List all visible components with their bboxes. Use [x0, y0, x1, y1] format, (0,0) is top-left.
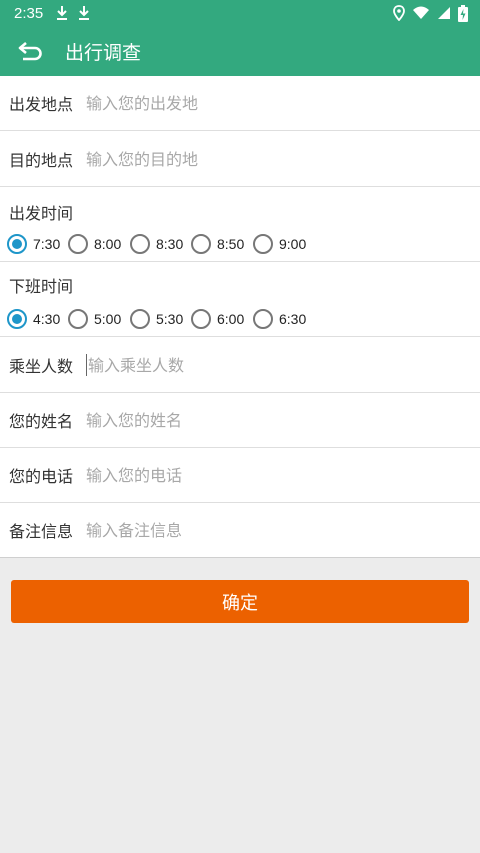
departure-time-option[interactable]: 7:30: [7, 233, 60, 255]
off-work-time-option[interactable]: 6:00: [191, 308, 244, 330]
departure-time-radio-group: 7:30 8:00 8:30 8:50 9:00: [0, 233, 480, 255]
destination-input[interactable]: [86, 139, 480, 179]
passengers-label: 乘坐人数: [9, 357, 74, 376]
location-icon: [393, 5, 405, 21]
off-work-time-row: 下班时间 4:30 5:00 5:30 6:00 6:30: [0, 263, 480, 337]
radio-unchecked-icon: [191, 234, 211, 254]
remarks-input[interactable]: [86, 510, 480, 550]
radio-unchecked-icon: [130, 234, 150, 254]
departure-row: 出发地点: [0, 76, 480, 131]
radio-unchecked-icon: [191, 309, 211, 329]
confirm-button[interactable]: 确定: [11, 580, 469, 623]
phone-label: 您的电话: [9, 467, 74, 486]
status-bar: 2:35: [0, 0, 480, 26]
survey-form: 出发地点 目的地点 出发时间 7:30 8:00 8:30 8:50: [0, 76, 480, 558]
off-work-time-radio-group: 4:30 5:00 5:30 6:00 6:30: [0, 308, 480, 330]
name-row: 您的姓名: [0, 393, 480, 448]
departure-time-option[interactable]: 9:00: [253, 233, 306, 255]
destination-row: 目的地点: [0, 132, 480, 187]
departure-time-label: 出发时间: [9, 204, 74, 223]
name-label: 您的姓名: [9, 412, 74, 431]
off-work-time-option[interactable]: 6:30: [253, 308, 306, 330]
app-bar: 出行调查: [0, 26, 480, 76]
remarks-label: 备注信息: [9, 522, 74, 541]
departure-time-row: 出发时间 7:30 8:00 8:30 8:50 9:00: [0, 187, 480, 262]
destination-label: 目的地点: [9, 151, 74, 170]
departure-time-option[interactable]: 8:00: [68, 233, 121, 255]
back-button[interactable]: [16, 36, 46, 66]
phone-row: 您的电话: [0, 448, 480, 503]
off-work-time-option[interactable]: 5:30: [130, 308, 183, 330]
signal-icon: [438, 7, 450, 19]
radio-unchecked-icon: [130, 309, 150, 329]
radio-unchecked-icon: [68, 309, 88, 329]
page-title: 出行调查: [65, 41, 142, 64]
radio-checked-icon: [7, 309, 27, 329]
radio-checked-icon: [7, 234, 27, 254]
departure-input[interactable]: [86, 83, 480, 123]
off-work-time-label: 下班时间: [9, 277, 74, 296]
download-icon: [79, 6, 90, 20]
wifi-icon: [413, 6, 429, 19]
passengers-input[interactable]: [86, 354, 480, 376]
remarks-row: 备注信息: [0, 503, 480, 558]
radio-unchecked-icon: [253, 309, 273, 329]
departure-time-option[interactable]: 8:30: [130, 233, 183, 255]
name-input[interactable]: [86, 400, 480, 440]
download-icon: [57, 6, 68, 20]
radio-unchecked-icon: [68, 234, 88, 254]
departure-label: 出发地点: [9, 95, 74, 114]
back-arrow-icon: [18, 42, 42, 61]
off-work-time-option[interactable]: 5:00: [68, 308, 121, 330]
passengers-row: 乘坐人数: [0, 338, 480, 393]
radio-unchecked-icon: [253, 234, 273, 254]
battery-charging-icon: [458, 4, 468, 22]
phone-input[interactable]: [86, 455, 480, 495]
departure-time-option[interactable]: 8:50: [191, 233, 244, 255]
off-work-time-option[interactable]: 4:30: [7, 308, 60, 330]
status-time: 2:35: [14, 4, 44, 22]
